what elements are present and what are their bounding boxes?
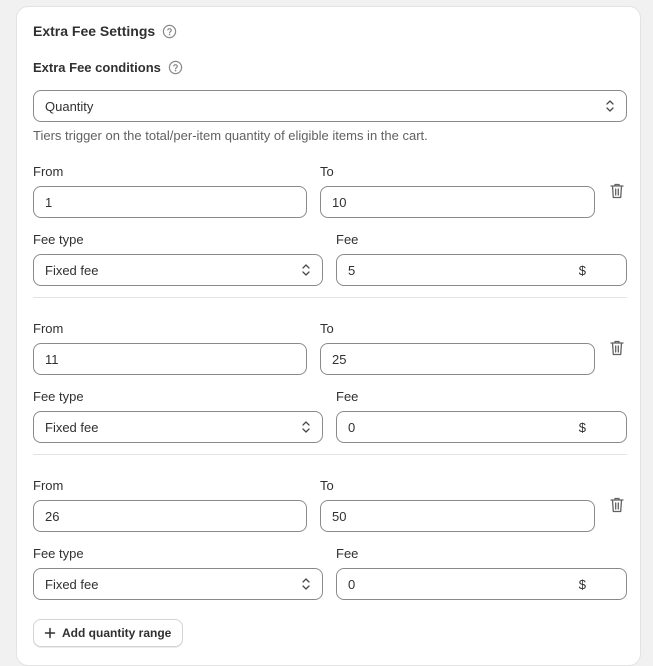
fee-input[interactable]: 5 $	[336, 254, 627, 286]
conditions-help-text: Tiers trigger on the total/per-item quan…	[33, 128, 428, 143]
from-input[interactable]: 26	[33, 500, 307, 532]
trash-icon[interactable]	[609, 496, 625, 514]
to-input[interactable]: 25	[320, 343, 595, 375]
add-quantity-range-label: Add quantity range	[62, 626, 172, 640]
chevron-up-down-icon	[302, 578, 310, 590]
from-input[interactable]: 11	[33, 343, 307, 375]
chevron-up-down-icon	[302, 421, 310, 433]
fee-input[interactable]: 0 $	[336, 411, 627, 443]
question-circle-icon[interactable]	[162, 24, 177, 39]
extra-fee-settings-card: Extra Fee Settings Extra Fee conditions …	[16, 6, 641, 666]
fee-label: Fee	[336, 232, 359, 247]
fee-value: 0	[348, 576, 356, 592]
from-label: From	[33, 321, 64, 336]
trash-icon[interactable]	[609, 182, 625, 200]
to-value: 50	[332, 508, 347, 524]
fee-value: 0	[348, 419, 356, 435]
to-input[interactable]: 50	[320, 500, 595, 532]
settings-title-row: Extra Fee Settings	[33, 23, 177, 39]
divider	[33, 297, 627, 298]
currency-suffix: $	[578, 263, 586, 278]
conditions-label-row: Extra Fee conditions	[33, 60, 183, 75]
to-label: To	[320, 164, 334, 179]
trash-icon[interactable]	[609, 339, 625, 357]
plus-icon	[44, 627, 56, 639]
currency-suffix: $	[578, 577, 586, 592]
fee-label: Fee	[336, 546, 359, 561]
conditions-select-value: Quantity	[45, 98, 94, 114]
divider	[33, 454, 627, 455]
from-value: 26	[45, 508, 60, 524]
to-label: To	[320, 321, 334, 336]
fee-label: Fee	[336, 389, 359, 404]
question-circle-icon[interactable]	[168, 60, 183, 75]
from-value: 1	[45, 194, 53, 210]
fee-type-value: Fixed fee	[45, 419, 99, 435]
fee-type-select[interactable]: Fixed fee	[33, 254, 323, 286]
fee-type-select[interactable]: Fixed fee	[33, 411, 323, 443]
fee-type-label: Fee type	[33, 232, 84, 247]
to-label: To	[320, 478, 334, 493]
to-value: 25	[332, 351, 347, 367]
conditions-select[interactable]: Quantity	[33, 90, 627, 122]
fee-value: 5	[348, 262, 356, 278]
currency-suffix: $	[578, 420, 586, 435]
chevron-up-down-icon	[302, 264, 310, 276]
conditions-label: Extra Fee conditions	[33, 60, 161, 75]
fee-input[interactable]: 0 $	[336, 568, 627, 600]
from-value: 11	[45, 351, 59, 367]
to-input[interactable]: 10	[320, 186, 595, 218]
fee-type-value: Fixed fee	[45, 262, 99, 278]
fee-type-select[interactable]: Fixed fee	[33, 568, 323, 600]
from-label: From	[33, 164, 64, 179]
fee-type-label: Fee type	[33, 389, 84, 404]
add-quantity-range-button[interactable]: Add quantity range	[33, 619, 184, 647]
from-input[interactable]: 1	[33, 186, 307, 218]
settings-title: Extra Fee Settings	[33, 23, 156, 39]
to-value: 10	[332, 194, 347, 210]
chevron-up-down-icon	[606, 100, 614, 112]
fee-type-label: Fee type	[33, 546, 84, 561]
fee-type-value: Fixed fee	[45, 576, 99, 592]
from-label: From	[33, 478, 64, 493]
